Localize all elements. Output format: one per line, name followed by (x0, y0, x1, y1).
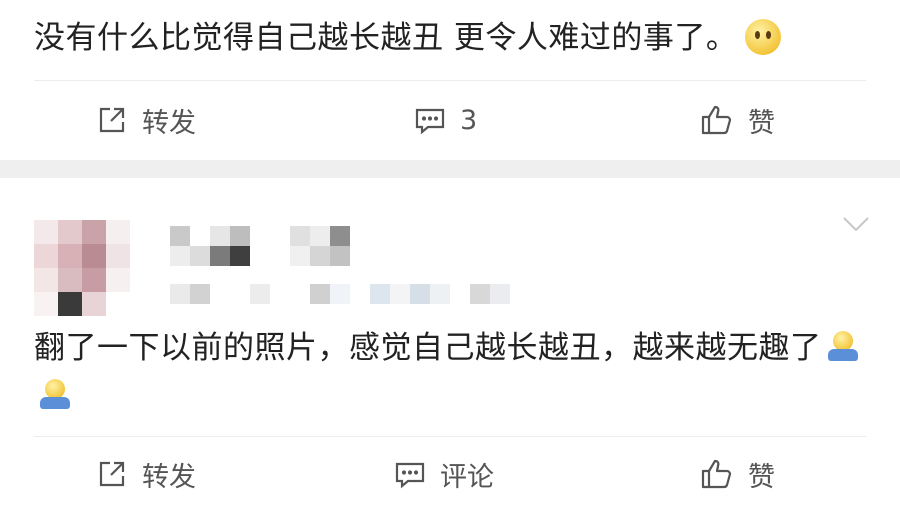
thumbs-up-icon (701, 105, 732, 135)
repost-button[interactable]: 转发 (96, 80, 196, 160)
like-label: 赞 (748, 107, 775, 139)
comment-label: 评论 (440, 461, 494, 493)
post-text: 没有什么比觉得自己越长越丑 更令人难过的事了。 (34, 14, 782, 62)
like-button[interactable]: 赞 (700, 436, 775, 512)
repost-label: 转发 (142, 107, 196, 139)
like-label: 赞 (748, 461, 775, 493)
username-pixelated[interactable] (170, 226, 350, 246)
thumbs-up-icon (701, 459, 732, 489)
comment-icon (395, 462, 425, 489)
comment-text-content: 翻了一下以前的照片，感觉自己越长越丑，越来越无趣了 (34, 330, 822, 366)
post-card-top: 没有什么比觉得自己越长越丑 更令人难过的事了。 转发 3 赞 (0, 0, 900, 160)
comment-icon (415, 108, 445, 135)
comment-text: 翻了一下以前的照片，感觉自己越长越丑，越来越无趣了 (34, 324, 864, 420)
username-pixelated-row2 (170, 246, 350, 266)
comment-count: 3 (460, 104, 478, 136)
like-button[interactable]: 赞 (700, 80, 775, 160)
post-meta-pixelated (170, 284, 510, 304)
smirk-face-emoji (745, 18, 782, 55)
repost-icon (99, 461, 125, 487)
action-bar: 转发 3 赞 (0, 80, 900, 160)
post-text-content: 没有什么比觉得自己越长越丑 更令人难过的事了。 (34, 20, 738, 56)
repost-icon (99, 107, 125, 133)
shrug-emoji (38, 377, 72, 411)
action-bar: 转发 评论 赞 (0, 436, 900, 507)
feed-separator (0, 160, 900, 178)
repost-label: 转发 (142, 461, 196, 493)
comment-button[interactable]: 评论 (394, 436, 494, 512)
repost-button[interactable]: 转发 (96, 436, 196, 512)
post-card-comment: 翻了一下以前的照片，感觉自己越长越丑，越来越无趣了 转发 评论 赞 (0, 178, 900, 507)
shrug-emoji (826, 329, 860, 363)
chevron-down-icon[interactable] (842, 216, 870, 232)
comment-button[interactable]: 3 (414, 80, 477, 160)
avatar[interactable] (34, 220, 130, 316)
